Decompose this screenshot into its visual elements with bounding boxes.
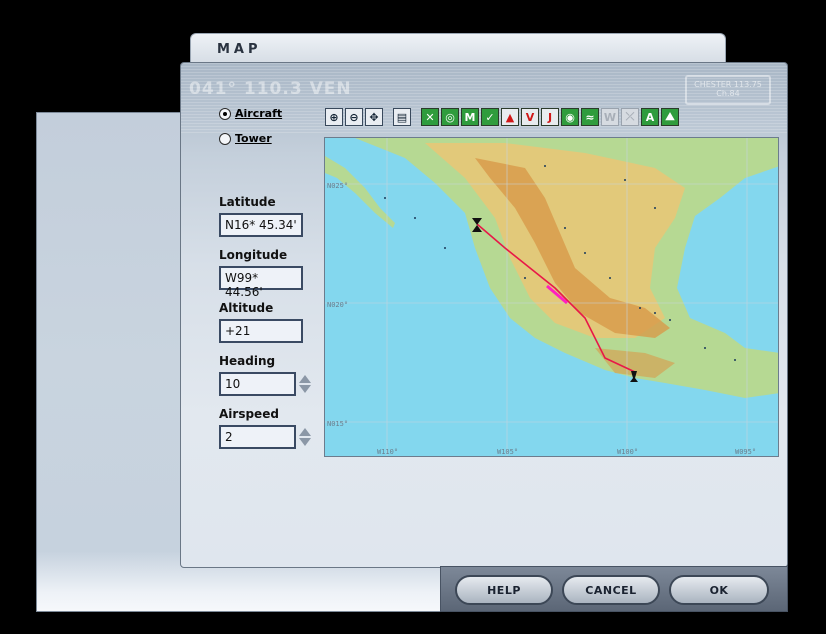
header-decoration-text: 041° 110.3 VEN [189, 79, 352, 99]
window-title: MAP [217, 42, 262, 57]
lat-label-25: N025° [327, 182, 349, 190]
altitude-field[interactable]: +21 [219, 319, 303, 343]
label-icon[interactable]: A [641, 108, 659, 126]
airspeed-label: Airspeed [219, 407, 279, 421]
lon-label-095: W095° [735, 448, 757, 456]
window-title-tab: MAP [190, 33, 726, 63]
ndb-icon[interactable]: M [461, 108, 479, 126]
heading-field[interactable]: 10 [219, 372, 296, 396]
lon-label-110: W110° [377, 448, 399, 456]
lat-label-20: N020° [327, 301, 349, 309]
radio-tower-label: Tower [235, 132, 272, 145]
zoom-out-icon[interactable]: ⊖ [345, 108, 363, 126]
airspeed-up-icon[interactable] [299, 428, 311, 436]
vor-icon[interactable]: ◎ [441, 108, 459, 126]
help-button[interactable]: HELP [455, 575, 553, 605]
check-icon[interactable]: ✓ [481, 108, 499, 126]
wind-icon[interactable]: ⤫ [621, 108, 639, 126]
altitude-label: Altitude [219, 301, 274, 315]
cancel-button[interactable]: CANCEL [562, 575, 660, 605]
map-view[interactable]: N025° N020° N015° W110° W105° W100° W095… [324, 137, 779, 457]
center-icon[interactable]: ✥ [365, 108, 383, 126]
terrain-icon[interactable]: ⛰ [661, 108, 679, 126]
approach-icon[interactable]: ◉ [561, 108, 579, 126]
airspeed-field[interactable]: 2 [219, 425, 296, 449]
radio-aircraft[interactable]: Aircraft [219, 107, 282, 120]
latitude-label: Latitude [219, 195, 276, 209]
map-canvas[interactable] [325, 138, 779, 457]
intersection-icon[interactable]: ▲ [501, 108, 519, 126]
heading-stepper[interactable] [298, 373, 312, 395]
radio-aircraft-indicator[interactable] [219, 107, 231, 120]
ok-button[interactable]: OK [669, 575, 769, 605]
weather-icon[interactable]: W [601, 108, 619, 126]
heading-label: Heading [219, 354, 276, 368]
lat-label-15: N015° [327, 420, 349, 428]
heading-down-icon[interactable] [299, 385, 311, 393]
map-toolbar: ⊕ ⊖ ✥ ▤ ✕ ◎ M ✓ ▲ V J ◉ ≈ W ⤫ A ⛰ [325, 108, 679, 128]
toolbar-gap [413, 108, 419, 128]
land-baja [325, 156, 395, 228]
header-decoration-box: CHESTER 113.75 Ch.84 [685, 75, 771, 105]
jet-airways-icon[interactable]: J [541, 108, 559, 126]
latitude-field[interactable]: N16* 45.34' [219, 213, 303, 237]
radio-aircraft-label: Aircraft [235, 107, 283, 120]
airspeed-down-icon[interactable] [299, 438, 311, 446]
longitude-field[interactable]: W99* 44.56' [219, 266, 303, 299]
longitude-label: Longitude [219, 248, 288, 262]
heading-up-icon[interactable] [299, 375, 311, 383]
airports-icon[interactable]: ✕ [421, 108, 439, 126]
victor-airways-icon[interactable]: V [521, 108, 539, 126]
lon-label-100: W100° [617, 448, 639, 456]
route-icon[interactable]: ≈ [581, 108, 599, 126]
toolbar-gap [385, 108, 391, 128]
radio-tower[interactable]: Tower [219, 132, 272, 145]
header-decoration-box-text: CHESTER 113.75 Ch.84 [694, 80, 762, 98]
map-dialog: 041° 110.3 VEN CHESTER 113.75 Ch.84 Airc… [180, 62, 788, 568]
airspeed-stepper[interactable] [298, 426, 312, 448]
zoom-in-icon[interactable]: ⊕ [325, 108, 343, 126]
print-icon[interactable]: ▤ [393, 108, 411, 126]
radio-tower-indicator[interactable] [219, 132, 231, 145]
lon-label-105: W105° [497, 448, 519, 456]
